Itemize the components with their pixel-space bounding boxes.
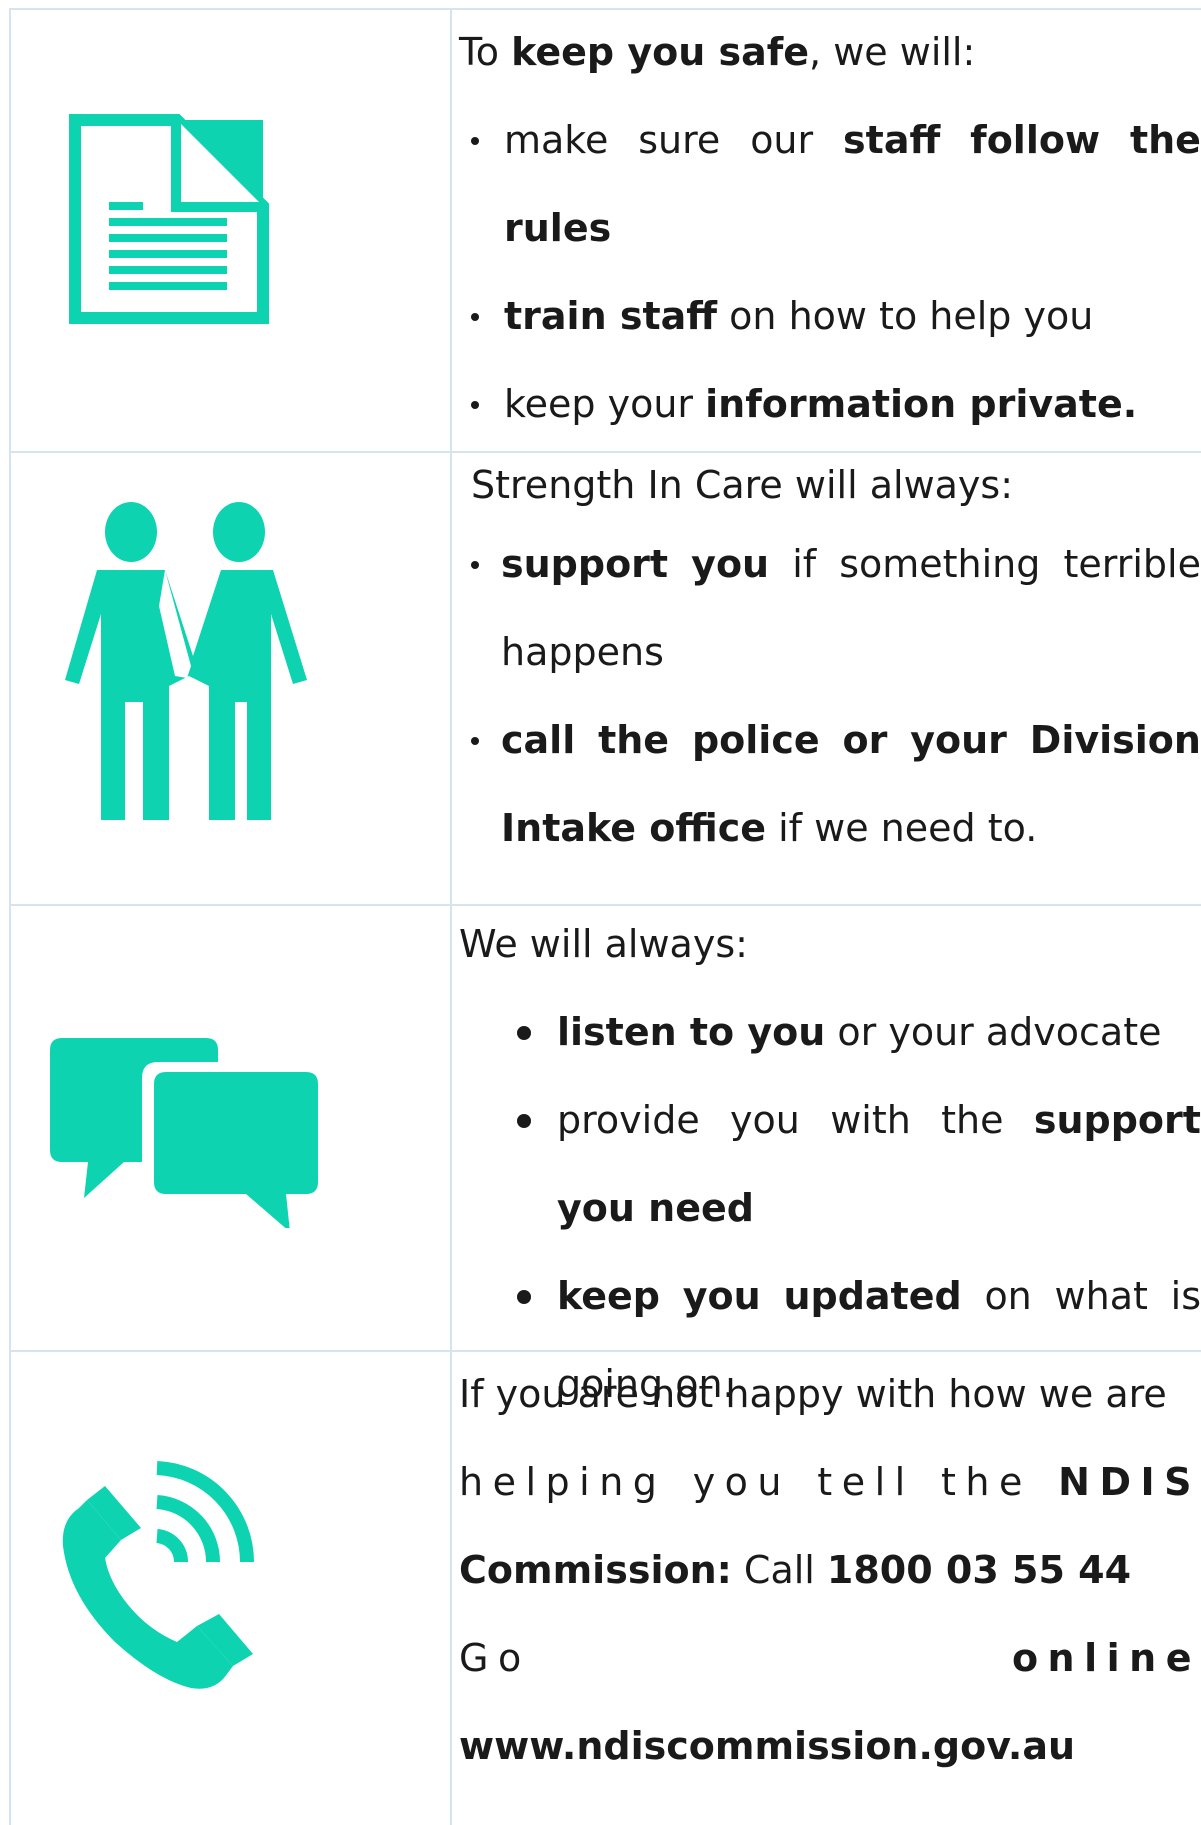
text-bold: information private. — [705, 382, 1138, 426]
word: you — [730, 1098, 800, 1142]
text-bold: keep you safe — [511, 30, 810, 74]
text-line: Commission: Call 1800 03 55 44 — [459, 1526, 1201, 1614]
text-bold: train staff — [504, 294, 718, 338]
word-bold: your — [910, 718, 1007, 762]
word: something — [839, 542, 1041, 586]
word-bold: the — [598, 718, 670, 762]
text-bold: Intake office — [501, 806, 767, 850]
bullet-dot — [517, 1114, 531, 1128]
word-bold: support — [501, 542, 669, 586]
bullet-item-continued: you need — [557, 1186, 754, 1230]
word-bold: updated — [783, 1274, 962, 1318]
word-bold: NDIS — [1058, 1460, 1201, 1504]
row-1-intro: To keep you safe, we will: — [459, 8, 1201, 96]
row-4-text: If you are not happy with how we are hel… — [459, 1350, 1201, 1790]
word: with — [830, 1098, 911, 1142]
bullet-item-continued: Intake office if we need to. — [459, 784, 1201, 872]
word: terrible — [1063, 542, 1201, 586]
bullet-item: make sure our staff follow the — [459, 96, 1201, 184]
word-bold: you — [682, 1274, 761, 1318]
word-bold: you — [691, 542, 770, 586]
document-icon — [69, 114, 269, 324]
bullet-item: listen to you or your advocate — [459, 988, 1201, 1076]
bullet-item: call the police or your Division — [459, 696, 1201, 784]
bullet-item-continued: rules — [504, 206, 612, 250]
text: If you are not happy with how we are — [459, 1372, 1167, 1416]
word: if — [792, 542, 817, 586]
bullet-dot — [471, 401, 479, 409]
row-1-text: To keep you safe, we will: make sure our… — [459, 8, 1201, 448]
word-bold: support — [1033, 1098, 1201, 1142]
word-bold: call — [501, 718, 576, 762]
word-bold: the — [1129, 118, 1201, 162]
text-line: helping you tell the NDIS — [459, 1438, 1201, 1526]
text: , we will: — [809, 30, 976, 74]
bullet-item-continued: happens — [501, 630, 664, 674]
text: keep your — [504, 382, 706, 426]
bullet-dot — [471, 137, 479, 145]
bullet-item: provide you with the support — [459, 1076, 1201, 1164]
bullet-dot — [471, 561, 479, 569]
text: on how to help you — [717, 294, 1094, 338]
word: Go — [459, 1636, 531, 1680]
word: the — [940, 1460, 1032, 1504]
table-left-border — [9, 8, 11, 1825]
bullet-item: train staff on how to help you — [459, 272, 1201, 360]
word: is — [1170, 1274, 1201, 1318]
word: what — [1054, 1274, 1148, 1318]
bullet-dot — [517, 1026, 531, 1040]
word: on — [984, 1274, 1032, 1318]
phone-number[interactable]: 1800 03 55 44 — [827, 1548, 1131, 1592]
speech-bubbles-icon — [50, 1038, 318, 1228]
word-bold: keep — [557, 1274, 660, 1318]
word: helping — [459, 1460, 667, 1504]
word: provide — [557, 1098, 700, 1142]
word-bold: follow — [970, 118, 1101, 162]
text: Call — [731, 1548, 827, 1592]
row-2-text: Strength In Care will always: support yo… — [459, 450, 1201, 872]
word: our — [750, 118, 814, 162]
website-link[interactable]: www.ndiscommission.gov.au — [459, 1702, 1201, 1790]
word: tell — [817, 1460, 915, 1504]
word: make — [504, 118, 609, 162]
word-bold: online — [1011, 1636, 1201, 1680]
phone-call-icon — [62, 1461, 255, 1689]
bullet-item: support you if something terrible — [459, 520, 1201, 608]
bullet-item: keep your information private. — [459, 360, 1201, 448]
bullet-item: keep you updated on what is — [459, 1252, 1201, 1340]
word: sure — [638, 118, 721, 162]
text-bold: Commission: — [459, 1548, 732, 1592]
word: you — [692, 1460, 792, 1504]
text: or your advocate — [825, 1010, 1162, 1054]
word-bold: or — [842, 718, 888, 762]
word: the — [941, 1098, 1004, 1142]
row-3-intro: We will always: — [459, 922, 748, 966]
bullet-dot — [471, 737, 479, 745]
row-3-text: We will always: listen to you or your ad… — [459, 900, 1201, 1428]
text-line: Go online — [459, 1614, 1201, 1702]
two-people-icon — [65, 502, 307, 820]
text: To — [459, 30, 512, 74]
bullet-dot — [471, 313, 479, 321]
word-bold: staff — [843, 118, 941, 162]
column-divider — [450, 8, 452, 1825]
bullet-dot — [517, 1290, 531, 1304]
word-bold: Division — [1029, 718, 1201, 762]
row-2-intro: Strength In Care will always: — [471, 463, 1014, 507]
text-bold: listen to you — [557, 1010, 826, 1054]
text: if we need to. — [766, 806, 1038, 850]
easy-read-table: To keep you safe, we will: make sure our… — [9, 8, 1201, 1825]
word-bold: police — [691, 718, 820, 762]
